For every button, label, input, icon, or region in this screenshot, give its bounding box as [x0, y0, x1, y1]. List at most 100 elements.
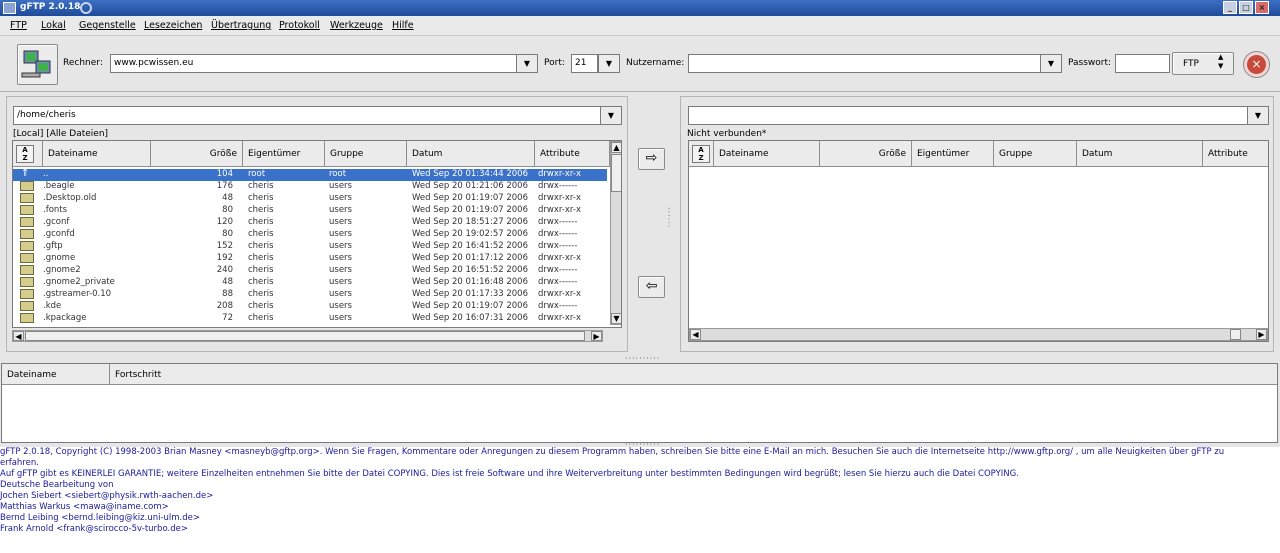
- scroll-left-icon[interactable]: ◀: [13, 331, 24, 341]
- file-row[interactable]: .kde 208 cheris users Wed Sep 20 01:19:07 20…: [13, 301, 607, 313]
- file-owner: cheris: [248, 301, 274, 311]
- col-filename[interactable]: Dateiname: [714, 141, 820, 167]
- file-group: users: [329, 217, 352, 227]
- folder-icon: [20, 205, 34, 215]
- port-input[interactable]: 21: [571, 54, 598, 73]
- minimize-icon[interactable]: _: [1223, 1, 1237, 14]
- upload-button[interactable]: ⇨: [638, 148, 665, 170]
- col-group[interactable]: Gruppe: [994, 141, 1077, 167]
- menu-werkzeuge[interactable]: Werkzeuge: [330, 20, 383, 31]
- file-row[interactable]: .gconf 120 cheris users Wed Sep 20 18:51:27 …: [13, 217, 607, 229]
- file-row[interactable]: ⇑.. 104 root root Wed Sep 20 01:34:44 2006 dr…: [13, 168, 607, 181]
- protocol-select[interactable]: FTP ▲ ▼: [1172, 52, 1234, 75]
- file-attributes: drwxr-xr-x: [538, 193, 581, 203]
- port-dropdown-button[interactable]: ▼: [598, 54, 620, 73]
- user-input[interactable]: [688, 54, 1041, 73]
- col-size[interactable]: Größe: [820, 141, 912, 167]
- local-horizontal-scrollbar[interactable]: ◀ ▶: [12, 330, 603, 342]
- col-owner[interactable]: Eigentümer: [243, 141, 325, 167]
- log-line: Deutsche Bearbeitung von: [0, 480, 114, 490]
- password-input[interactable]: [1115, 54, 1170, 73]
- file-owner: cheris: [248, 277, 274, 287]
- file-row[interactable]: .Desktop.old 48 cheris users Wed Sep 20 01:1…: [13, 193, 607, 205]
- menu-uebertragung[interactable]: Übertragung: [211, 20, 271, 31]
- download-button[interactable]: ⇦: [638, 276, 665, 298]
- h-scroll-thumb[interactable]: [25, 331, 585, 341]
- folder-icon: [20, 277, 34, 287]
- file-date: Wed Sep 20 01:19:07 2006: [412, 301, 528, 311]
- local-path-dropdown[interactable]: ▼: [600, 106, 622, 125]
- file-date: Wed Sep 20 01:19:07 2006: [412, 205, 528, 215]
- host-dropdown-button[interactable]: ▼: [516, 54, 538, 73]
- menu-hilfe[interactable]: Hilfe: [392, 20, 414, 31]
- col-progress[interactable]: Fortschritt: [110, 364, 1277, 385]
- file-row[interactable]: .kpackage 72 cheris users Wed Sep 20 16:07:3…: [13, 313, 607, 325]
- local-file-list[interactable]: AZ Dateiname Größe Eigentümer Gruppe Dat…: [12, 140, 622, 328]
- remote-file-list[interactable]: AZ Dateiname Größe Eigentümer Gruppe Dat…: [688, 140, 1269, 342]
- file-date: Wed Sep 20 01:19:07 2006: [412, 193, 528, 203]
- folder-icon: [20, 217, 34, 227]
- chevron-down-icon: ▼: [607, 111, 615, 120]
- menu-ftp[interactable]: FTP: [10, 20, 27, 31]
- user-dropdown-button[interactable]: ▼: [1040, 54, 1062, 73]
- log-area[interactable]: gFTP 2.0.18, Copyright (C) 1998-2003 Bri…: [0, 447, 1280, 553]
- scroll-down-icon[interactable]: ▼: [611, 313, 621, 324]
- file-row[interactable]: .gconfd 80 cheris users Wed Sep 20 19:02:57 …: [13, 229, 607, 241]
- scroll-up-icon[interactable]: ▲: [611, 142, 621, 153]
- col-attributes[interactable]: Attribute: [535, 141, 610, 167]
- file-size: 208: [216, 301, 233, 311]
- file-date: Wed Sep 20 01:34:44 2006: [412, 169, 528, 179]
- sort-header[interactable]: AZ: [13, 141, 43, 167]
- file-row[interactable]: .fonts 80 cheris users Wed Sep 20 01:19:07 2…: [13, 205, 607, 217]
- file-row[interactable]: .beagle 176 cheris users Wed Sep 20 01:21:06…: [13, 181, 607, 193]
- menu-lesezeichen[interactable]: Lesezeichen: [144, 20, 202, 31]
- col-owner[interactable]: Eigentümer: [912, 141, 994, 167]
- file-date: Wed Sep 20 01:16:48 2006: [412, 277, 528, 287]
- col-transfer-filename[interactable]: Dateiname: [2, 364, 110, 385]
- file-row[interactable]: .gftp 152 cheris users Wed Sep 20 16:41:52 2…: [13, 241, 607, 253]
- file-row[interactable]: .gstreamer-0.10 88 cheris users Wed Sep 20 0…: [13, 289, 607, 301]
- file-row[interactable]: .gnome 192 cheris users Wed Sep 20 01:17:12 …: [13, 253, 607, 265]
- scroll-left-icon[interactable]: ◀: [690, 329, 701, 340]
- col-filename[interactable]: Dateiname: [43, 141, 151, 167]
- remote-horizontal-scrollbar[interactable]: ◀ ▶: [689, 328, 1268, 341]
- chevron-down-icon: ▼: [1254, 111, 1262, 120]
- file-size: 152: [216, 241, 233, 251]
- local-vertical-scrollbar[interactable]: ▲ ▼: [610, 141, 621, 325]
- file-row[interactable]: .gnome2_private 48 cheris users Wed Sep 20 0…: [13, 277, 607, 289]
- user-label: Nutzername:: [626, 58, 685, 68]
- pane-grip[interactable]: ······: [664, 207, 673, 228]
- col-size[interactable]: Größe: [151, 141, 243, 167]
- menu-gegenstelle[interactable]: Gegenstelle: [79, 20, 136, 31]
- host-input[interactable]: www.pcwissen.eu: [110, 54, 517, 73]
- local-path-input[interactable]: /home/cheris: [13, 106, 601, 125]
- close-icon[interactable]: ×: [1255, 1, 1269, 14]
- col-date[interactable]: Datum: [407, 141, 535, 167]
- maximize-icon[interactable]: □: [1239, 1, 1253, 14]
- h-scroll-thumb[interactable]: [1230, 329, 1241, 340]
- col-group[interactable]: Gruppe: [325, 141, 407, 167]
- col-date[interactable]: Datum: [1077, 141, 1203, 167]
- menu-bar: FTP Lokal Gegenstelle Lesezeichen Übertr…: [0, 16, 1280, 36]
- transfer-list[interactable]: Dateiname Fortschritt: [1, 363, 1278, 443]
- menu-lokal[interactable]: Lokal: [41, 20, 66, 31]
- connect-button[interactable]: [17, 44, 58, 85]
- stop-button[interactable]: ×: [1243, 51, 1270, 78]
- splitter-grip[interactable]: ··········: [625, 354, 660, 363]
- file-size: 88: [222, 289, 233, 299]
- file-name: .fonts: [43, 205, 68, 215]
- file-date: Wed Sep 20 01:17:12 2006: [412, 253, 528, 263]
- arrow-right-icon: ⇨: [645, 150, 658, 166]
- scroll-thumb[interactable]: [611, 154, 621, 192]
- menu-protokoll[interactable]: Protokoll: [279, 20, 320, 31]
- col-attributes[interactable]: Attribute: [1203, 141, 1268, 167]
- remote-path-input[interactable]: [688, 106, 1248, 125]
- scroll-right-icon[interactable]: ▶: [591, 331, 602, 341]
- file-group: users: [329, 289, 352, 299]
- sort-header[interactable]: AZ: [689, 141, 714, 167]
- remote-path-dropdown[interactable]: ▼: [1247, 106, 1269, 125]
- file-name: .gnome2: [43, 265, 81, 275]
- file-size: 48: [222, 193, 233, 203]
- file-row[interactable]: .gnome2 240 cheris users Wed Sep 20 16:51:52…: [13, 265, 607, 277]
- scroll-right-icon[interactable]: ▶: [1256, 329, 1267, 340]
